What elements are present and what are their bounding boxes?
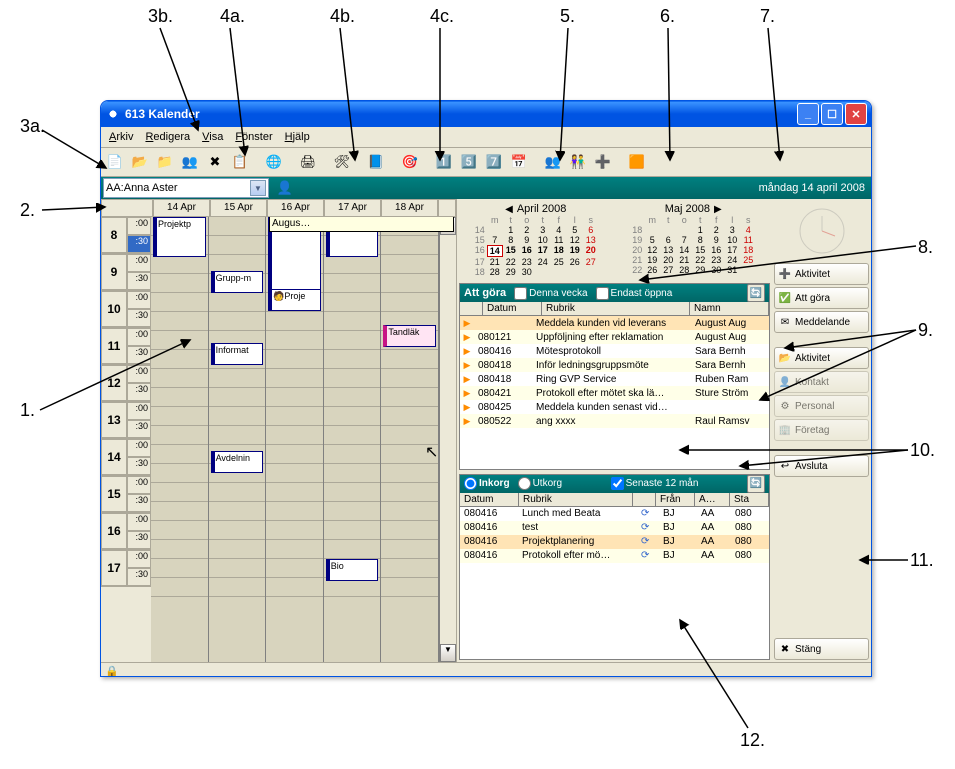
annot-3a: 3a. <box>20 116 45 137</box>
annot-12: 12. <box>740 730 765 751</box>
annot-2: 2. <box>20 200 35 221</box>
annot-6: 6. <box>660 6 675 27</box>
annot-10: 10. <box>910 440 935 461</box>
annot-3b: 3b. <box>148 6 173 27</box>
annot-1: 1. <box>20 400 35 421</box>
annot-4b: 4b. <box>330 6 355 27</box>
annot-4c: 4c. <box>430 6 454 27</box>
annot-5: 5. <box>560 6 575 27</box>
annot-8: 8. <box>918 237 933 258</box>
annot-7: 7. <box>760 6 775 27</box>
annot-9: 9. <box>918 320 933 341</box>
annot-11: 11. <box>910 550 934 571</box>
annot-4a: 4a. <box>220 6 245 27</box>
